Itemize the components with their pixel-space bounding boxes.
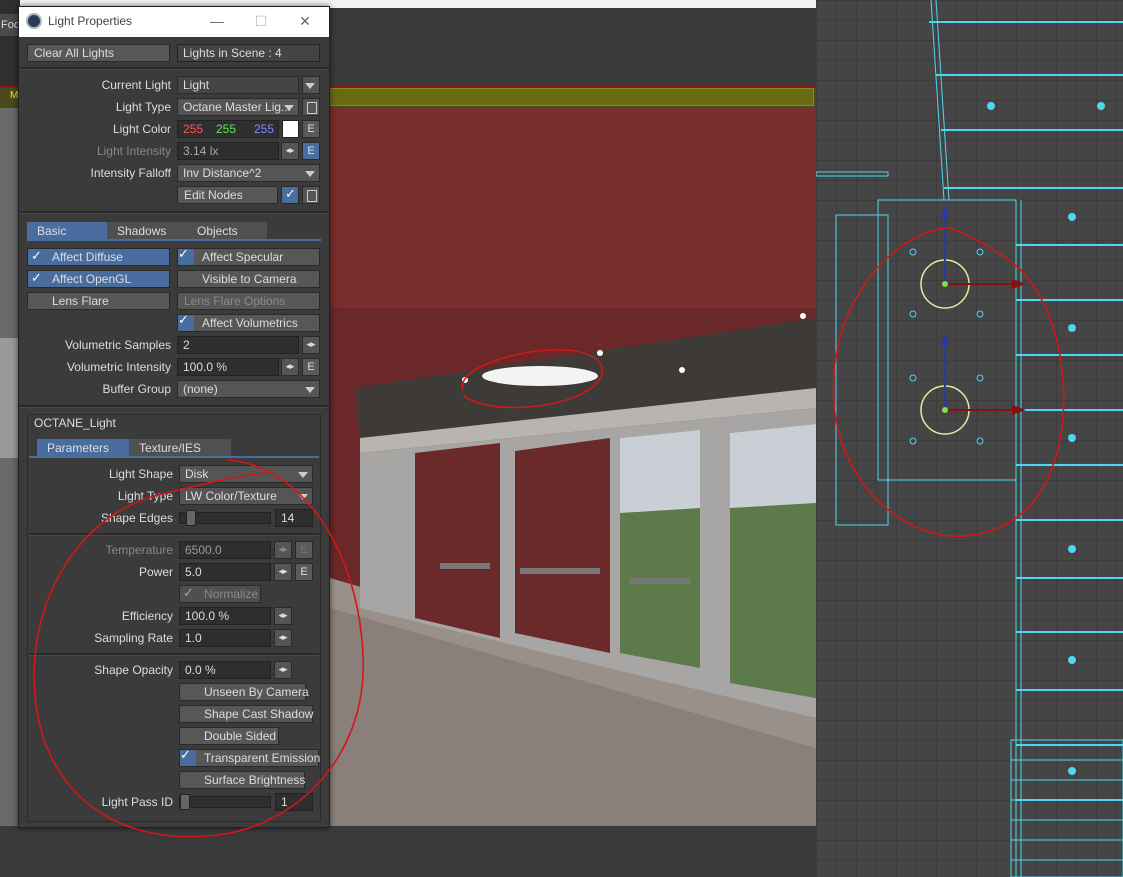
octane-light-header: OCTANE_Light: [34, 416, 116, 430]
visible-to-camera-checkbox[interactable]: Visible to Camera: [177, 270, 320, 288]
volumetric-samples-field[interactable]: 2: [177, 336, 299, 354]
affect-diffuse-checkbox[interactable]: Affect Diffuse: [27, 248, 170, 266]
minimize-button[interactable]: —: [195, 7, 239, 37]
current-light-field[interactable]: Light: [177, 76, 299, 94]
light-intensity-label: Light Intensity: [96, 144, 171, 158]
color-blue-value: 255: [254, 122, 275, 136]
affect-opengl-label: Affect OpenGL: [52, 272, 132, 286]
tab-basic[interactable]: Basic: [27, 222, 111, 240]
affect-specular-checkbox[interactable]: Affect Specular: [177, 246, 320, 266]
clear-all-lights-button[interactable]: Clear All Lights: [27, 44, 170, 62]
divider: [19, 67, 329, 70]
current-light-value: Light: [183, 78, 210, 92]
check-icon: [178, 246, 194, 265]
maximize-button[interactable]: ☐: [239, 7, 283, 37]
check-icon: [285, 186, 297, 202]
lens-flare-label: Lens Flare: [52, 294, 109, 308]
check-icon: [31, 248, 43, 264]
render-progress-bar: [326, 88, 814, 106]
color-swatch[interactable]: [282, 120, 299, 138]
close-button[interactable]: ✕: [283, 7, 327, 37]
intensity-falloff-value: Inv Distance^2: [183, 166, 262, 180]
lens-flare-options-button[interactable]: Lens Flare Options: [177, 292, 320, 310]
title-bar[interactable]: Light Properties — ☐ ✕: [19, 7, 329, 37]
chevron-down-icon: [305, 171, 315, 177]
wireframe-drawing: [816, 0, 1123, 877]
light-color-label: Light Color: [112, 122, 171, 136]
chevron-down-icon: [305, 83, 315, 89]
check-icon: [31, 270, 43, 286]
clipboard-button[interactable]: [302, 186, 320, 204]
volumetric-intensity-spinner[interactable]: ◂▸: [281, 358, 299, 376]
check-icon: [178, 312, 194, 331]
current-light-dropdown[interactable]: [302, 76, 320, 94]
lens-flare-checkbox[interactable]: Lens Flare: [27, 292, 170, 310]
lights-in-scene: Lights in Scene : 4: [177, 44, 320, 62]
clipboard-button[interactable]: [302, 98, 320, 116]
volumetric-intensity-envelope-button[interactable]: E: [302, 358, 320, 376]
color-red-value: 255: [183, 122, 204, 136]
light-type-dropdown[interactable]: Octane Master Lig...: [177, 98, 299, 116]
volumetric-samples-label: Volumetric Samples: [64, 338, 171, 352]
chevron-down-icon: [284, 105, 294, 111]
current-light-label: Current Light: [101, 78, 171, 92]
volumetric-intensity-label: Volumetric Intensity: [66, 360, 171, 374]
light-intensity-field[interactable]: 3.14 lx: [177, 142, 279, 160]
affect-diffuse-label: Affect Diffuse: [52, 250, 123, 264]
volumetric-samples-spinner[interactable]: ◂▸: [302, 336, 320, 354]
tab-objects[interactable]: Objects: [187, 222, 267, 240]
clipboard-icon: [307, 102, 317, 114]
divider: [19, 405, 329, 408]
annotation-ellipse: [461, 349, 604, 409]
buffer-group-dropdown[interactable]: (none): [177, 380, 320, 398]
light-color-envelope-button[interactable]: E: [302, 120, 320, 138]
buffer-group-label: Buffer Group: [102, 382, 171, 396]
volumetric-intensity-field[interactable]: 100.0 %: [177, 358, 279, 376]
intensity-falloff-dropdown[interactable]: Inv Distance^2: [177, 164, 320, 182]
affect-opengl-checkbox[interactable]: Affect OpenGL: [27, 270, 170, 288]
intensity-falloff-label: Intensity Falloff: [90, 166, 171, 180]
edit-nodes-checkbox[interactable]: [281, 186, 299, 204]
light-color-field[interactable]: 255 255 255: [177, 120, 279, 138]
chevron-down-icon: [305, 387, 315, 393]
light-type-label: Light Type: [115, 100, 171, 114]
app-icon: [26, 13, 42, 29]
window-title: Light Properties: [48, 14, 133, 28]
color-green-value: 255: [216, 122, 237, 136]
wireframe-viewport[interactable]: [816, 0, 1123, 877]
divider: [19, 211, 329, 214]
clipboard-icon: [307, 190, 317, 202]
light-type-value: Octane Master Lig...: [183, 100, 292, 114]
light-intensity-spinner[interactable]: ◂▸: [281, 142, 299, 160]
buffer-group-value: (none): [183, 382, 218, 396]
tab-underline: [27, 239, 321, 241]
affect-volumetrics-checkbox[interactable]: Affect Volumetrics: [177, 312, 320, 332]
edit-nodes-button[interactable]: Edit Nodes: [177, 186, 278, 204]
light-intensity-envelope-button[interactable]: E: [302, 142, 320, 160]
affect-specular-label: Affect Specular: [202, 250, 284, 264]
annotation-outline: [33, 459, 364, 838]
affect-volumetrics-label: Affect Volumetrics: [202, 316, 298, 330]
tab-shadows[interactable]: Shadows: [107, 222, 187, 240]
visible-to-camera-label: Visible to Camera: [202, 272, 297, 286]
